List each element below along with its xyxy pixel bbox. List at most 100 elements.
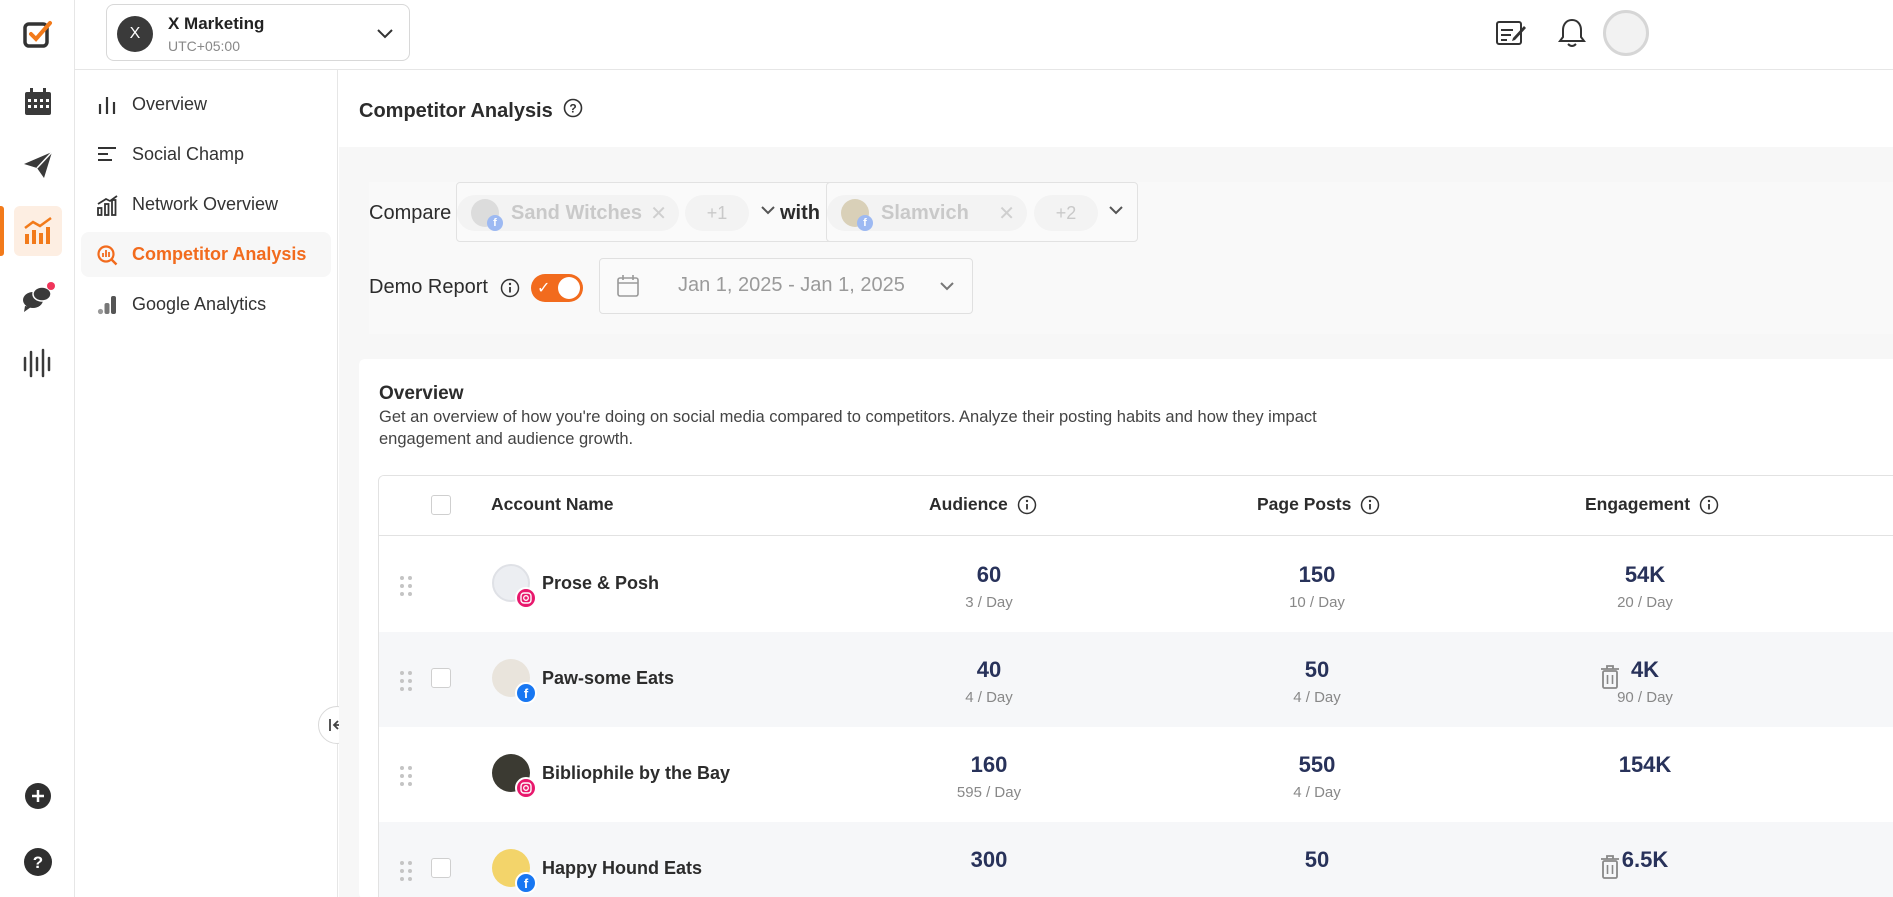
audience-metric: 160 595 / Day [909,752,1069,801]
subnav-item-network-overview[interactable]: Network Overview [81,182,331,227]
select-all-checkbox[interactable] [431,495,451,515]
compose-note-icon[interactable] [1495,18,1527,55]
table-header: Account Name Audience Page Posts Engagem… [379,476,1893,536]
metric-value: 4K [1630,657,1660,682]
page-title: Competitor Analysis ? [359,98,583,124]
subnav-item-social-champ[interactable]: Social Champ [81,132,331,177]
subnav-item-google-analytics[interactable]: Google Analytics [81,282,331,327]
toggle-knob [558,277,580,299]
metric-value: 154K [1618,752,1672,777]
remove-chip-icon[interactable]: ✕ [998,201,1015,226]
calendar-icon[interactable] [18,82,58,122]
trash-icon[interactable] [1599,854,1621,885]
chevron-down-icon [375,23,395,48]
metric-value: 160 [970,752,1008,777]
metric-value: 6.5K [1621,847,1669,872]
column-audience[interactable]: Audience [929,494,1037,515]
compare-more-chip[interactable]: +1 [685,195,749,231]
chevron-down-icon [1107,201,1125,224]
account-name: Bibliophile by the Bay [542,763,731,783]
info-icon[interactable] [1360,495,1380,515]
add-icon[interactable] [18,776,58,816]
column-label: Page Posts [1257,494,1352,514]
logo-icon[interactable] [18,15,58,55]
demo-report-toggle[interactable]: ✓ [531,274,583,302]
audience-metric: 60 3 / Day [909,562,1069,611]
audience-metric: 40 4 / Day [909,657,1069,706]
account-avatar: X [117,16,153,52]
table-row[interactable]: Prose & Posh 60 3 / Day 150 10 / Day 54K 20… [379,537,1893,632]
metric-rate: 3 / Day [965,594,1013,611]
competitor-icon [94,242,120,268]
engagement-metric: 54K 20 / Day [1565,562,1725,611]
overview-title: Overview [379,383,464,404]
competitor-table: Account Name Audience Page Posts Engagem… [378,475,1893,897]
info-icon[interactable] [500,278,520,303]
facebook-icon: f [857,215,873,231]
with-chip-label: Slamvich [881,201,969,224]
trash-icon[interactable] [1599,664,1621,695]
drag-handle-icon[interactable] [399,860,413,887]
account-name: Prose & Posh [542,573,660,593]
table-row[interactable]: f Paw-some Eats 40 4 / Day 50 4 / Day 4K 90… [379,632,1893,727]
facebook-icon: f [515,682,537,704]
drag-handle-icon[interactable] [399,575,413,602]
table-row[interactable]: Bibliophile by the Bay 160 595 / Day 550 4… [379,727,1893,822]
engagement-metric: 6.5K [1565,847,1725,879]
svg-text:?: ? [33,853,43,872]
subnav-item-competitor-analysis[interactable]: Competitor Analysis [81,232,331,277]
google-analytics-icon [94,292,120,318]
subnav-label: Overview [132,94,208,114]
notification-bell-icon[interactable] [1557,17,1587,54]
posts-metric: 50 4 / Day [1237,657,1397,706]
subnav-label: Social Champ [132,144,245,164]
subnav-label: Network Overview [132,194,279,214]
table-row[interactable]: f Happy Hound Eats 300 50 6.5K [379,822,1893,897]
metric-rate: 10 / Day [1289,594,1345,611]
date-range-select[interactable]: Jan 1, 2025 - Jan 1, 2025 [599,258,973,314]
top-header: X X Marketing UTC+05:00 [75,0,1893,70]
compare-label: Compare [369,202,452,224]
instagram-icon [515,777,537,799]
posts-metric: 150 10 / Day [1237,562,1397,611]
with-chip: f Slamvich ✕ [827,195,1027,231]
drag-handle-icon[interactable] [399,670,413,697]
column-label: Audience [929,494,1008,514]
compare-chip: f Sand Witches ✕ [457,195,679,231]
user-avatar[interactable] [1603,10,1649,56]
metric-rate: 20 / Day [1617,594,1673,611]
instagram-icon [515,587,537,609]
metric-rate: 595 / Day [956,784,1022,801]
column-account-name[interactable]: Account Name [491,494,614,515]
help-circle-icon[interactable]: ? [563,98,583,124]
audio-wave-icon[interactable] [18,343,58,383]
remove-chip-icon[interactable]: ✕ [650,201,667,226]
subnav-item-overview[interactable]: Overview [81,82,331,127]
subnav-label: Google Analytics [132,294,267,314]
metric-value: 54K [1624,562,1666,587]
with-more-chip[interactable]: +2 [1034,195,1098,231]
chevron-down-icon [938,277,956,300]
metric-value: 300 [970,847,1008,872]
account-name: Paw-some Eats [542,668,675,688]
account-switcher[interactable]: X X Marketing UTC+05:00 [106,4,410,61]
with-select[interactable]: f Slamvich ✕ +2 [826,182,1138,242]
row-checkbox[interactable] [431,858,451,878]
overview-card: Overview Get an overview of how you're d… [359,359,1893,897]
send-icon[interactable] [18,145,58,185]
metric-value: 50 [1304,847,1330,872]
icon-rail: ? [0,0,75,897]
info-icon[interactable] [1699,495,1719,515]
help-icon[interactable]: ? [18,842,58,882]
drag-handle-icon[interactable] [399,765,413,792]
column-page-posts[interactable]: Page Posts [1257,494,1380,515]
row-checkbox[interactable] [431,668,451,688]
main-content: Competitor Analysis ? Compare f Sand Wit… [339,70,1893,897]
info-icon[interactable] [1017,495,1037,515]
analytics-icon[interactable] [14,206,62,256]
compare-chip-label: Sand Witches [511,201,642,224]
filter-panel: Compare f Sand Witches ✕ +1 with f Slamv… [369,182,1893,334]
bar-chart-icon [94,92,120,118]
column-engagement[interactable]: Engagement [1585,494,1719,515]
chat-icon[interactable] [18,278,58,318]
